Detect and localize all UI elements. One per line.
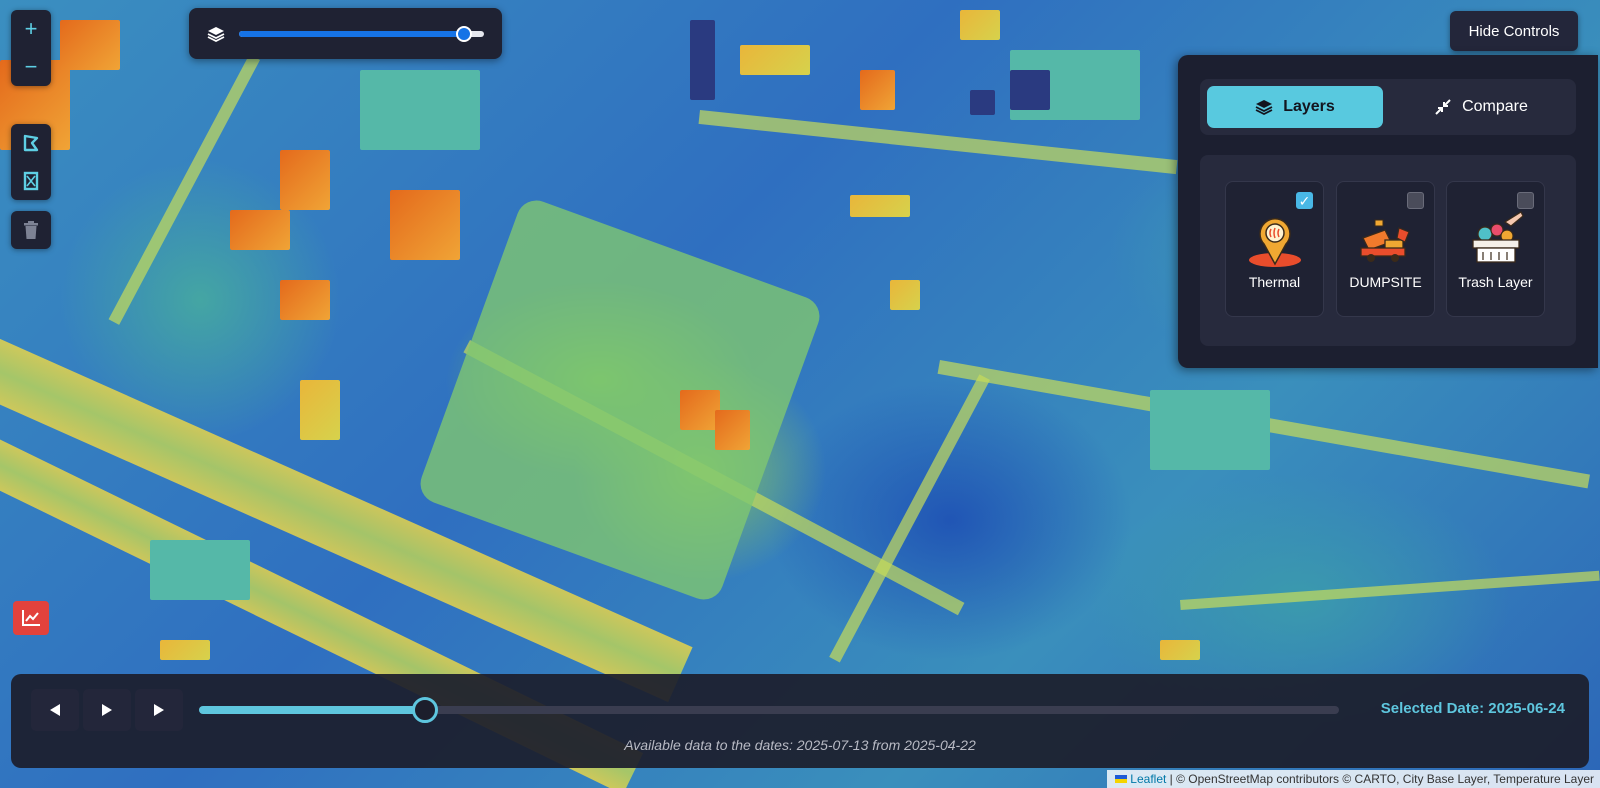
building [280, 280, 330, 320]
layers-icon [1255, 100, 1273, 116]
building [890, 280, 920, 310]
draw-toolbar [11, 124, 51, 200]
draw-polygon-button[interactable] [11, 124, 51, 162]
park-area [414, 194, 826, 606]
step-back-icon [50, 704, 60, 716]
layer-card-dumpsite[interactable]: DUMPSITE [1336, 181, 1435, 317]
dumpsite-checkbox[interactable] [1407, 192, 1424, 209]
timeline-slider[interactable] [199, 697, 1339, 723]
tab-compare-label: Compare [1462, 98, 1528, 115]
step-back-button[interactable] [31, 689, 79, 731]
rectangle-icon [23, 171, 39, 191]
panel-tabs: Layers Compare [1200, 79, 1576, 135]
thermal-pin-icon [1249, 218, 1301, 267]
building [680, 390, 720, 430]
zoom-in-button[interactable]: + [11, 10, 51, 48]
step-forward-icon [154, 704, 164, 716]
trash-icon [24, 221, 38, 239]
building [715, 410, 750, 450]
building [960, 10, 1000, 40]
available-dates-text: Available data to the dates: 2025-07-13 … [624, 737, 976, 753]
road [108, 54, 260, 325]
building [850, 195, 910, 217]
step-forward-button[interactable] [135, 689, 183, 731]
building [150, 540, 250, 600]
chart-button[interactable] [13, 601, 49, 635]
trash-bin-icon [1472, 211, 1524, 263]
ukraine-flag-icon [1115, 775, 1128, 783]
tab-layers-label: Layers [1283, 98, 1335, 115]
opacity-slider[interactable] [239, 25, 484, 42]
leaflet-link[interactable]: Leaflet [1130, 772, 1166, 786]
building [740, 45, 810, 75]
building [60, 20, 120, 70]
opacity-slider-fill [239, 30, 465, 37]
building [300, 380, 340, 440]
building [230, 210, 290, 250]
layers-panel: Layers Compare ✓ Thermal DUMPSITE Trash … [1178, 55, 1598, 368]
timeline-slider-thumb[interactable] [411, 697, 438, 723]
polygon-icon [23, 134, 39, 152]
layer-opacity-control [189, 8, 502, 59]
building [1150, 390, 1270, 470]
building [970, 90, 995, 115]
opacity-slider-thumb[interactable] [456, 25, 473, 42]
building [860, 70, 895, 110]
building [390, 190, 460, 260]
dump-truck-icon [1360, 219, 1410, 262]
tab-compare[interactable]: Compare [1393, 86, 1569, 128]
road [829, 374, 990, 663]
layers-icon [207, 26, 225, 42]
delete-toolbar [11, 211, 51, 249]
building [690, 20, 715, 100]
building [160, 640, 210, 660]
layer-card-thermal[interactable]: ✓ Thermal [1225, 181, 1324, 317]
line-chart-icon [22, 610, 40, 626]
zoom-out-button[interactable]: − [11, 48, 51, 86]
attribution-text: | © OpenStreetMap contributors © CARTO, … [1166, 772, 1594, 786]
layer-cards: ✓ Thermal DUMPSITE Trash Layer [1200, 155, 1576, 346]
building [360, 70, 480, 150]
timeline-control: Selected Date: 2025-06-24 Available data… [11, 674, 1589, 768]
building [280, 150, 330, 210]
play-button[interactable] [83, 689, 131, 731]
compare-arrows-icon [1435, 99, 1451, 115]
hide-controls-button[interactable]: Hide Controls [1450, 11, 1578, 51]
timeline-slider-fill [199, 706, 425, 714]
selected-date: Selected Date: 2025-06-24 [1380, 700, 1565, 717]
dumpsite-label: DUMPSITE [1349, 274, 1422, 290]
building [1160, 640, 1200, 660]
delete-button[interactable] [11, 211, 51, 249]
play-icon [102, 704, 112, 716]
zoom-control: + − [11, 10, 51, 86]
layer-card-trash[interactable]: Trash Layer [1446, 181, 1545, 317]
trash-layer-checkbox[interactable] [1517, 192, 1534, 209]
thermal-label: Thermal [1248, 274, 1301, 290]
trash-layer-label: Trash Layer [1458, 274, 1533, 290]
thermal-checkbox[interactable]: ✓ [1296, 192, 1313, 209]
tab-layers[interactable]: Layers [1207, 86, 1383, 128]
building [1010, 70, 1050, 110]
map-attribution: Leaflet | © OpenStreetMap contributors ©… [1107, 770, 1600, 788]
draw-rectangle-button[interactable] [11, 162, 51, 200]
road [1180, 570, 1600, 610]
